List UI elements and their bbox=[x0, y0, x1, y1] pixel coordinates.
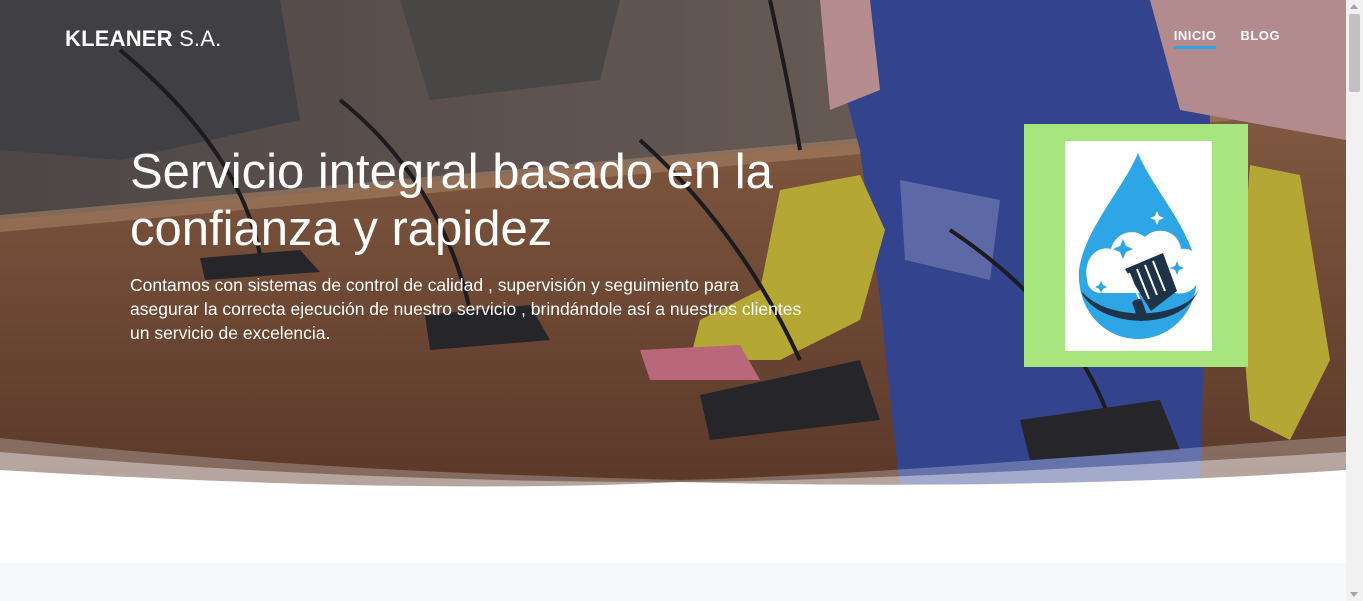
page: KLEANER S.A. INICIO BLOG Servicio integr… bbox=[0, 0, 1346, 601]
hero-section: KLEANER S.A. INICIO BLOG Servicio integr… bbox=[0, 0, 1346, 490]
content-section-light bbox=[0, 563, 1346, 601]
water-drop-broom-logo-icon bbox=[1078, 153, 1201, 339]
content-section-white bbox=[0, 490, 1346, 563]
scroll-up-arrow-icon[interactable] bbox=[1350, 4, 1358, 9]
nav-link-inicio[interactable]: INICIO bbox=[1173, 28, 1217, 49]
main-nav: INICIO BLOG bbox=[1173, 28, 1280, 49]
hero-title: Servicio integral basado en la confianza… bbox=[130, 145, 773, 256]
brand-suffix: S.A. bbox=[179, 26, 222, 51]
brand-name: KLEANER bbox=[65, 26, 173, 51]
hero-bottom-waves bbox=[0, 436, 1346, 490]
navbar: KLEANER S.A. INICIO BLOG bbox=[0, 0, 1346, 76]
nav-link-blog[interactable]: BLOG bbox=[1240, 28, 1280, 47]
hero-description: Contamos con sistemas de control de cali… bbox=[130, 275, 802, 343]
company-logo-card bbox=[1065, 141, 1212, 351]
scroll-thumb[interactable] bbox=[1349, 14, 1360, 92]
scroll-down-arrow-icon[interactable] bbox=[1350, 592, 1358, 597]
company-logo-frame bbox=[1024, 124, 1248, 367]
page-scrollbar[interactable] bbox=[1346, 0, 1363, 601]
brand-logo-link[interactable]: KLEANER S.A. bbox=[65, 26, 221, 52]
